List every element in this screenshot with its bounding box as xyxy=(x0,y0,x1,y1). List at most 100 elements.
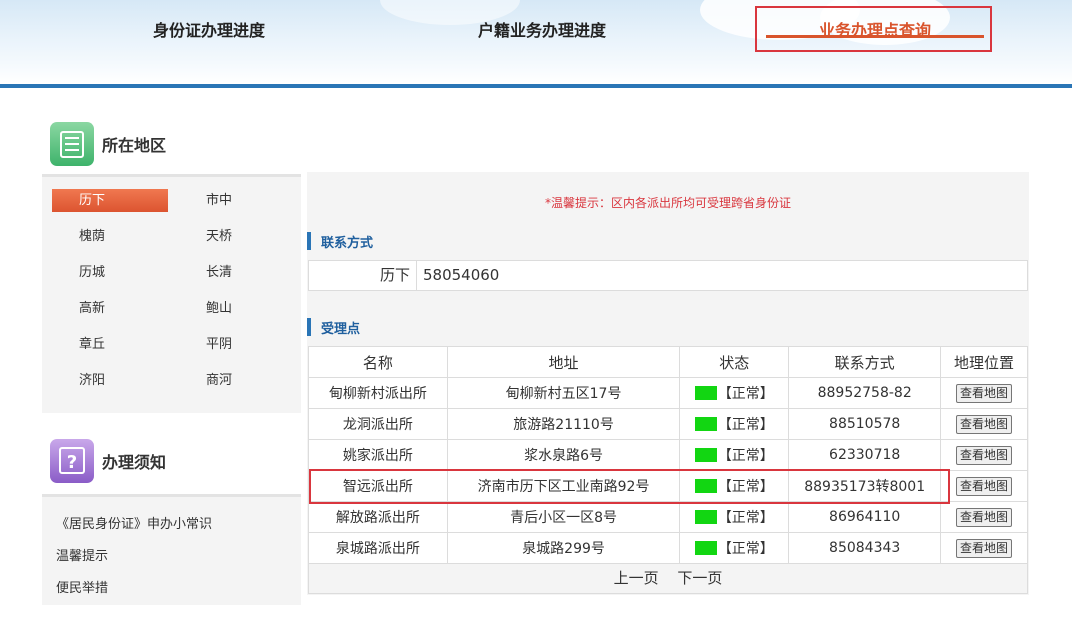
site-status: 【正常】 xyxy=(679,408,790,440)
header-location: 地理位置 xyxy=(940,346,1028,378)
site-status: 【正常】 xyxy=(679,532,790,564)
contact-value: 58054060 xyxy=(423,266,500,284)
region-item-shizhong[interactable]: 市中 xyxy=(179,189,295,212)
svg-text:?: ? xyxy=(67,452,77,473)
site-address: 泉城路299号 xyxy=(446,532,681,564)
site-phone: 88510578 xyxy=(788,408,942,440)
notice-link-convenience[interactable]: 便民举措 xyxy=(56,577,108,596)
view-map-button[interactable]: 查看地图 xyxy=(956,507,1013,527)
site-status: 【正常】 xyxy=(679,470,790,502)
header-address: 地址 xyxy=(446,346,681,378)
sites-table: 名称 地址 状态 联系方式 地理位置 甸柳新村派出所 甸柳新村五区17号 【正常】 8… xyxy=(308,346,1028,564)
site-name: 龙洞派出所 xyxy=(308,408,448,440)
sites-section-header: 受理点 xyxy=(307,317,360,337)
warm-tip-text: *温馨提示：区内各派出所均可受理跨省身份证 xyxy=(544,196,791,210)
section-marker xyxy=(307,232,311,250)
region-item-changqing[interactable]: 长清 xyxy=(179,261,295,284)
region-item-licheng[interactable]: 历城 xyxy=(52,261,168,284)
status-text: 【正常】 xyxy=(717,540,774,557)
region-item-jiyang[interactable]: 济阳 xyxy=(52,369,168,392)
site-address: 甸柳新村五区17号 xyxy=(446,377,681,409)
sites-section-title: 受理点 xyxy=(321,321,361,337)
status-indicator xyxy=(694,385,717,400)
pager: 上一页 下一页 xyxy=(308,563,1028,594)
notice-link-id-card-tips[interactable]: 《居民身份证》申办小常识 xyxy=(56,513,212,532)
site-status: 【正常】 xyxy=(679,501,790,533)
status-text: 【正常】 xyxy=(717,509,774,526)
site-phone: 85084343 xyxy=(788,532,942,564)
site-status: 【正常】 xyxy=(679,377,790,409)
view-map-button[interactable]: 查看地图 xyxy=(956,414,1013,434)
table-row: 姚家派出所 浆水泉路6号 【正常】 62330718 查看地图 xyxy=(308,439,1028,471)
site-address: 济南市历下区工业南路92号 xyxy=(446,470,681,502)
table-row: 泉城路派出所 泉城路299号 【正常】 85084343 查看地图 xyxy=(308,532,1028,564)
region-item-lixia[interactable]: 历下 xyxy=(52,189,168,212)
region-item-gaoxin[interactable]: 高新 xyxy=(52,297,168,320)
status-text: 【正常】 xyxy=(717,385,774,402)
tab-id-card-progress[interactable]: 身份证办理进度 xyxy=(153,17,265,41)
table-header-row: 名称 地址 状态 联系方式 地理位置 xyxy=(308,346,1028,378)
notice-link-warm-tips[interactable]: 温馨提示 xyxy=(56,545,108,564)
section-marker xyxy=(307,318,311,336)
status-indicator xyxy=(694,509,717,524)
region-section-header: 所在地区 xyxy=(50,122,166,166)
view-map-button[interactable]: 查看地图 xyxy=(956,538,1013,558)
region-item-pingyin[interactable]: 平阴 xyxy=(179,333,295,356)
site-phone: 86964110 xyxy=(788,501,942,533)
notice-list: 《居民身份证》申办小常识 温馨提示 便民举措 xyxy=(42,494,301,605)
table-row: 解放路派出所 青后小区一区8号 【正常】 86964110 查看地图 xyxy=(308,501,1028,533)
site-address: 青后小区一区8号 xyxy=(446,501,681,533)
contact-section-title: 联系方式 xyxy=(321,235,374,251)
region-item-shanghe[interactable]: 商河 xyxy=(179,369,295,392)
view-map-button[interactable]: 查看地图 xyxy=(956,445,1013,465)
status-text: 【正常】 xyxy=(717,416,774,433)
status-indicator xyxy=(694,447,717,462)
notice-section-title: 办理须知 xyxy=(102,453,167,472)
next-page-link[interactable]: 下一页 xyxy=(677,569,722,587)
site-name: 姚家派出所 xyxy=(308,439,448,471)
table-row: 龙洞派出所 旅游路21110号 【正常】 88510578 查看地图 xyxy=(308,408,1028,440)
site-phone: 88952758-82 xyxy=(788,377,942,409)
region-list: 历下 市中 槐荫 天桥 历城 长清 高新 鲍山 章丘 平阴 济阳 商河 xyxy=(42,174,301,413)
notice-section-header: ? 办理须知 xyxy=(50,439,166,483)
active-tab-highlight-box xyxy=(755,6,992,52)
site-location: 查看地图 xyxy=(940,532,1028,564)
main-panel: *温馨提示：区内各派出所均可受理跨省身份证 联系方式 历下 58054060 受… xyxy=(307,172,1029,595)
contact-section-header: 联系方式 xyxy=(307,231,373,251)
site-address: 旅游路21110号 xyxy=(446,408,681,440)
status-indicator xyxy=(694,478,717,493)
region-section-title: 所在地区 xyxy=(102,136,167,155)
site-location: 查看地图 xyxy=(940,501,1028,533)
header-name: 名称 xyxy=(308,346,448,378)
region-item-baoshan[interactable]: 鲍山 xyxy=(179,297,295,320)
site-location: 查看地图 xyxy=(940,377,1028,409)
contact-label: 历下 xyxy=(309,261,417,290)
view-map-button[interactable]: 查看地图 xyxy=(956,476,1013,496)
site-name: 智远派出所 xyxy=(308,470,448,502)
site-address: 浆水泉路6号 xyxy=(446,439,681,471)
site-status: 【正常】 xyxy=(679,439,790,471)
view-map-button[interactable]: 查看地图 xyxy=(956,383,1013,403)
contact-row: 历下 58054060 xyxy=(308,260,1028,291)
header-status: 状态 xyxy=(679,346,790,378)
tab-household-progress[interactable]: 户籍业务办理进度 xyxy=(478,17,606,41)
site-location: 查看地图 xyxy=(940,470,1028,502)
table-row: 智远派出所 济南市历下区工业南路92号 【正常】 88935173转8001 查看地图 xyxy=(308,470,1028,502)
site-phone: 62330718 xyxy=(788,439,942,471)
site-location: 查看地图 xyxy=(940,439,1028,471)
site-name: 甸柳新村派出所 xyxy=(308,377,448,409)
status-text: 【正常】 xyxy=(717,447,774,464)
site-location: 查看地图 xyxy=(940,408,1028,440)
region-item-zhangqiu[interactable]: 章丘 xyxy=(52,333,168,356)
site-phone: 88935173转8001 xyxy=(788,470,942,502)
list-icon xyxy=(50,122,94,166)
region-item-huaiyin[interactable]: 槐荫 xyxy=(52,225,168,248)
header-phone: 联系方式 xyxy=(788,346,942,378)
header-banner: 身份证办理进度 户籍业务办理进度 业务办理点查询 xyxy=(0,0,1072,88)
status-text: 【正常】 xyxy=(717,478,774,495)
site-name: 解放路派出所 xyxy=(308,501,448,533)
region-item-tianqiao[interactable]: 天桥 xyxy=(179,225,295,248)
table-row: 甸柳新村派出所 甸柳新村五区17号 【正常】 88952758-82 查看地图 xyxy=(308,377,1028,409)
prev-page-link[interactable]: 上一页 xyxy=(614,569,659,587)
status-indicator xyxy=(694,540,717,555)
